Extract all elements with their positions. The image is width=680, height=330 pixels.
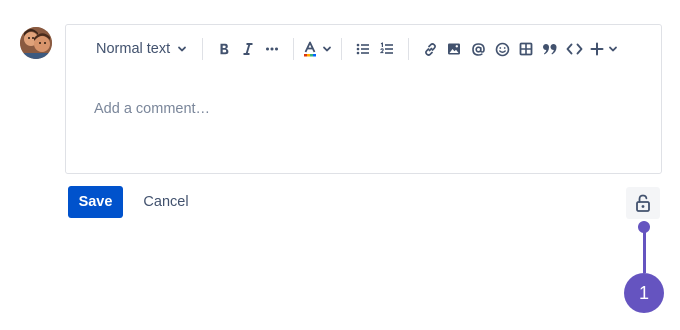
insert-menu-button[interactable] xyxy=(586,35,618,63)
numbered-list-icon xyxy=(380,42,394,54)
numbered-list-button[interactable] xyxy=(375,35,399,63)
link-icon xyxy=(424,42,436,56)
comment-composer: Normal text Add a comment… Save Cancel 1 xyxy=(0,0,680,330)
callout-badge: 1 xyxy=(624,273,664,313)
unlock-icon xyxy=(636,194,650,212)
save-button[interactable]: Save xyxy=(68,186,123,218)
chevron-down-icon xyxy=(178,46,187,52)
italic-button[interactable] xyxy=(236,35,260,63)
avatar-photo xyxy=(20,27,52,59)
emoji-button[interactable] xyxy=(490,35,514,63)
insert-plus-icon xyxy=(590,42,604,56)
bullet-list-button[interactable] xyxy=(351,35,375,63)
bold-icon xyxy=(220,43,229,55)
more-formatting-icon xyxy=(266,47,279,51)
toolbar-separator xyxy=(293,38,295,60)
emoji-icon xyxy=(495,42,509,56)
quote-icon xyxy=(543,44,557,55)
text-style-label: Normal text xyxy=(96,41,171,57)
text-color-icon xyxy=(304,41,317,57)
image-icon xyxy=(448,43,461,55)
callout-pointer-dot xyxy=(638,221,650,233)
more-formatting-button[interactable] xyxy=(260,35,284,63)
text-style-dropdown[interactable]: Normal text xyxy=(96,35,193,63)
chevron-down-icon xyxy=(323,46,332,52)
callout-line xyxy=(643,227,646,273)
bold-button[interactable] xyxy=(212,35,236,63)
image-button[interactable] xyxy=(442,35,466,63)
chevron-down-icon xyxy=(609,46,618,52)
restrictions-button[interactable] xyxy=(626,187,660,219)
avatar xyxy=(20,27,52,59)
link-button[interactable] xyxy=(418,35,442,63)
bullet-list-icon xyxy=(356,43,370,55)
comment-editor[interactable]: Normal text Add a comment… xyxy=(65,24,662,174)
mention-button[interactable] xyxy=(466,35,490,63)
mention-icon xyxy=(471,42,485,56)
italic-icon xyxy=(243,43,253,55)
code-button[interactable] xyxy=(562,35,586,63)
toolbar-separator xyxy=(202,38,204,60)
toolbar-separator xyxy=(341,38,343,60)
editor-toolbar: Normal text xyxy=(66,25,661,73)
comment-placeholder: Add a comment… xyxy=(94,101,211,117)
cancel-button[interactable]: Cancel xyxy=(135,186,197,218)
text-color-button[interactable] xyxy=(303,35,332,63)
quote-button[interactable] xyxy=(538,35,562,63)
code-icon xyxy=(566,43,583,55)
table-button[interactable] xyxy=(514,35,538,63)
table-icon xyxy=(519,42,533,56)
toolbar-separator xyxy=(408,38,410,60)
